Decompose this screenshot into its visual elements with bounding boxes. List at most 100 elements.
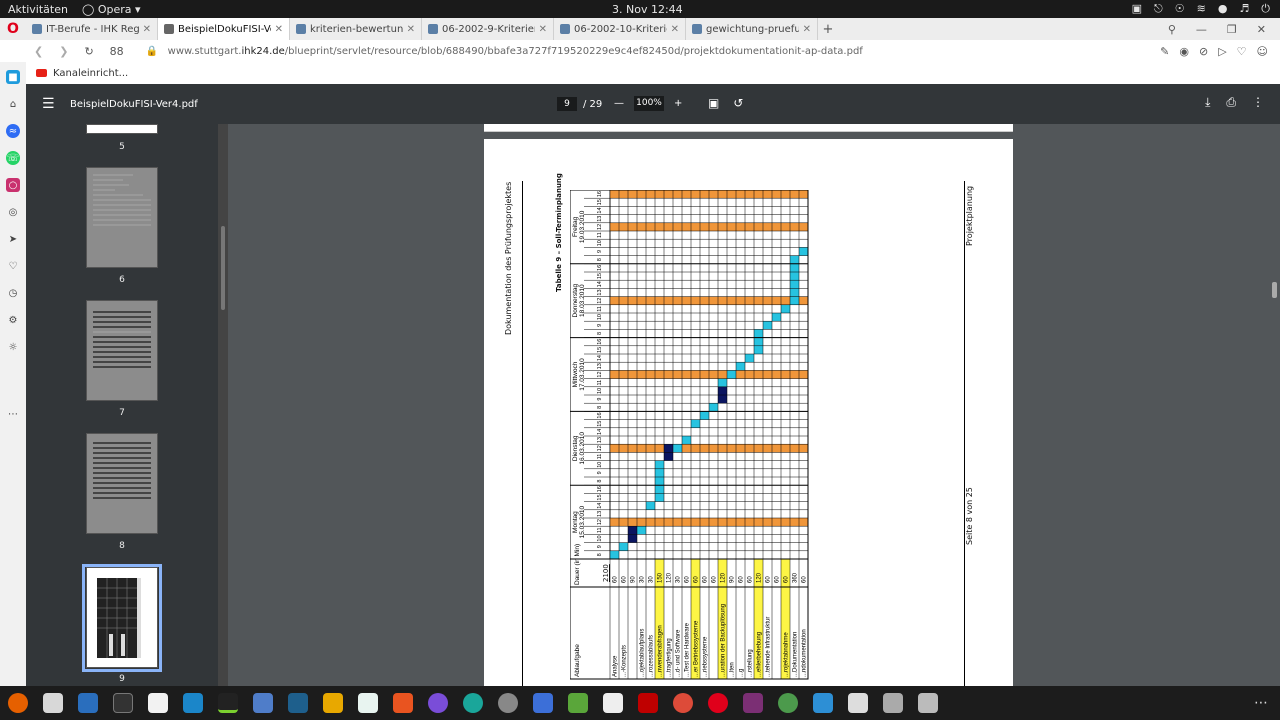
search-app-icon[interactable] [848,693,868,713]
player-icon[interactable]: ◎ [6,205,20,219]
forward-icon[interactable]: ❯ [59,45,68,58]
screen-record-icon[interactable]: ▣ [1132,2,1142,16]
browser-tab[interactable]: kriterien-bewertung ✕ [290,18,422,40]
more-options-icon[interactable]: ⋮ [1252,95,1264,110]
tab-count-badge[interactable]: 88 [110,45,124,58]
rotate-icon[interactable]: ↺ [733,96,743,110]
settings-app-icon[interactable] [498,693,518,713]
opera-icon[interactable] [708,693,728,713]
print-icon[interactable]: ⎙ [1226,95,1236,110]
writer-icon[interactable] [78,693,98,713]
messenger-icon[interactable]: ≈ [6,124,20,138]
page-thumbnail[interactable] [86,124,158,134]
history-icon[interactable]: ◷ [6,286,20,300]
close-icon[interactable]: ✕ [407,24,415,35]
close-icon[interactable]: ✕ [539,24,547,35]
opera-logo-icon[interactable]: O [0,18,26,40]
back-icon[interactable]: ❮ [34,45,43,58]
search-tabs-icon[interactable]: ⚲ [1168,23,1176,36]
page-number-input[interactable]: 9 [557,97,577,111]
chrome-icon[interactable] [673,693,693,713]
account-icon[interactable]: ☺ [1257,45,1268,58]
store-icon[interactable] [393,693,413,713]
network-icon[interactable]: ☉ [1175,2,1185,16]
browser-tab-active[interactable]: BeispielDokuFISI-Ver ✕ [158,18,290,40]
camera-icon[interactable]: ◉ [1179,45,1189,58]
activities-button[interactable]: Aktivitäten [8,3,68,16]
video-icon[interactable] [743,693,763,713]
reload-icon[interactable]: ↻ [84,45,93,58]
close-window-icon[interactable]: ✕ [1257,23,1266,36]
minimize-icon[interactable]: — [1196,23,1207,36]
terminal-icon[interactable] [113,693,133,713]
browser-tab[interactable]: 06-2002-10-Kriterien- ✕ [554,18,686,40]
browser-tab[interactable]: 06-2002-9-Kriterien-F ✕ [422,18,554,40]
cura-icon[interactable] [463,693,483,713]
pdf-viewer[interactable]: Dokumentation des Prüfungsprojektes Proj… [228,124,1270,686]
page-thumbnail[interactable] [86,300,158,401]
app-menu-button[interactable]: ◯ Opera ▾ [82,3,141,16]
chart-app-icon[interactable] [218,693,238,713]
show-apps-icon[interactable]: ⋯ [1254,695,1268,711]
archive-icon[interactable] [883,693,903,713]
close-icon[interactable]: ✕ [275,24,283,35]
lightbulb-icon[interactable]: ☼ [6,340,20,354]
shield-icon[interactable]: ⎋ [1154,2,1163,16]
scrollbar-thumb[interactable] [221,226,225,310]
zoom-level-input[interactable]: 100% [634,96,664,111]
monitor-icon[interactable] [183,693,203,713]
gear-app-icon[interactable] [813,693,833,713]
system-tray[interactable]: ▣ ⎋ ☉ ≋ ● ♬ ⏻ [1132,2,1270,16]
bookmark-item[interactable]: Kanaleinricht... [53,68,128,79]
network-tool-icon[interactable] [253,693,273,713]
zoom-in-icon[interactable]: + [674,98,682,109]
fit-page-icon[interactable]: ▣ [708,96,719,110]
text-editor-icon[interactable] [148,693,168,713]
vectorworks-icon[interactable] [358,693,378,713]
firefox-icon[interactable] [8,693,28,713]
filezilla-icon[interactable] [638,693,658,713]
maximize-icon[interactable]: ❐ [1227,23,1237,36]
page-thumbnail-selected[interactable] [86,567,158,668]
extensions-icon[interactable]: ⌂ [6,97,20,111]
close-icon[interactable]: ✕ [671,24,679,35]
puzzle-icon[interactable] [778,693,798,713]
home-icon[interactable]: ■ [6,70,20,84]
browser-tab[interactable]: IT-Berufe - IHK Regio ✕ [26,18,158,40]
volume-icon[interactable]: ♬ [1239,2,1249,16]
block-icon[interactable]: ⊘ [1199,45,1208,58]
edit-doc-icon[interactable] [603,693,623,713]
thumbnail-scrollbar[interactable] [218,124,228,686]
scrollbar-thumb[interactable] [1272,282,1277,298]
send-icon[interactable]: ➤ [6,232,20,246]
media-icon[interactable] [428,693,448,713]
page-thumbnail[interactable] [86,433,158,534]
bookmarks-icon[interactable]: ♡ [6,259,20,273]
power-icon[interactable]: ⏻ [1261,2,1270,16]
play-icon[interactable]: ▷ [1218,45,1226,58]
heart-icon[interactable]: ♡ [1237,45,1247,58]
disk-icon[interactable] [918,693,938,713]
screenshot-icon[interactable] [533,693,553,713]
settings-icon[interactable]: ⚙ [6,313,20,327]
more-icon[interactable]: ⋯ [6,407,20,421]
scope-icon[interactable] [288,693,308,713]
url-field[interactable]: 🔒 www.stuttgart.ihk24.de/blueprint/servl… [146,46,863,57]
calculator-icon[interactable] [323,693,343,713]
download-icon[interactable]: ⤓ [1205,95,1210,110]
files-icon[interactable] [43,693,63,713]
maps-icon[interactable] [568,693,588,713]
instagram-icon[interactable]: ○ [6,178,20,192]
close-icon[interactable]: ✕ [803,24,811,35]
menu-icon[interactable]: ☰ [42,96,56,112]
new-tab-button[interactable]: + [818,18,838,40]
clock[interactable]: 3. Nov 12:44 [612,3,683,16]
close-icon[interactable]: ✕ [143,24,151,35]
wifi-icon[interactable]: ≋ [1197,2,1206,16]
browser-tab[interactable]: gewichtung-pruefun ✕ [686,18,818,40]
microphone-icon[interactable]: ● [1218,2,1228,16]
edit-icon[interactable]: ✎ [1160,45,1169,58]
page-thumbnail[interactable] [86,167,158,268]
viewer-scrollbar[interactable] [1270,124,1280,686]
zoom-out-icon[interactable]: — [614,98,624,109]
